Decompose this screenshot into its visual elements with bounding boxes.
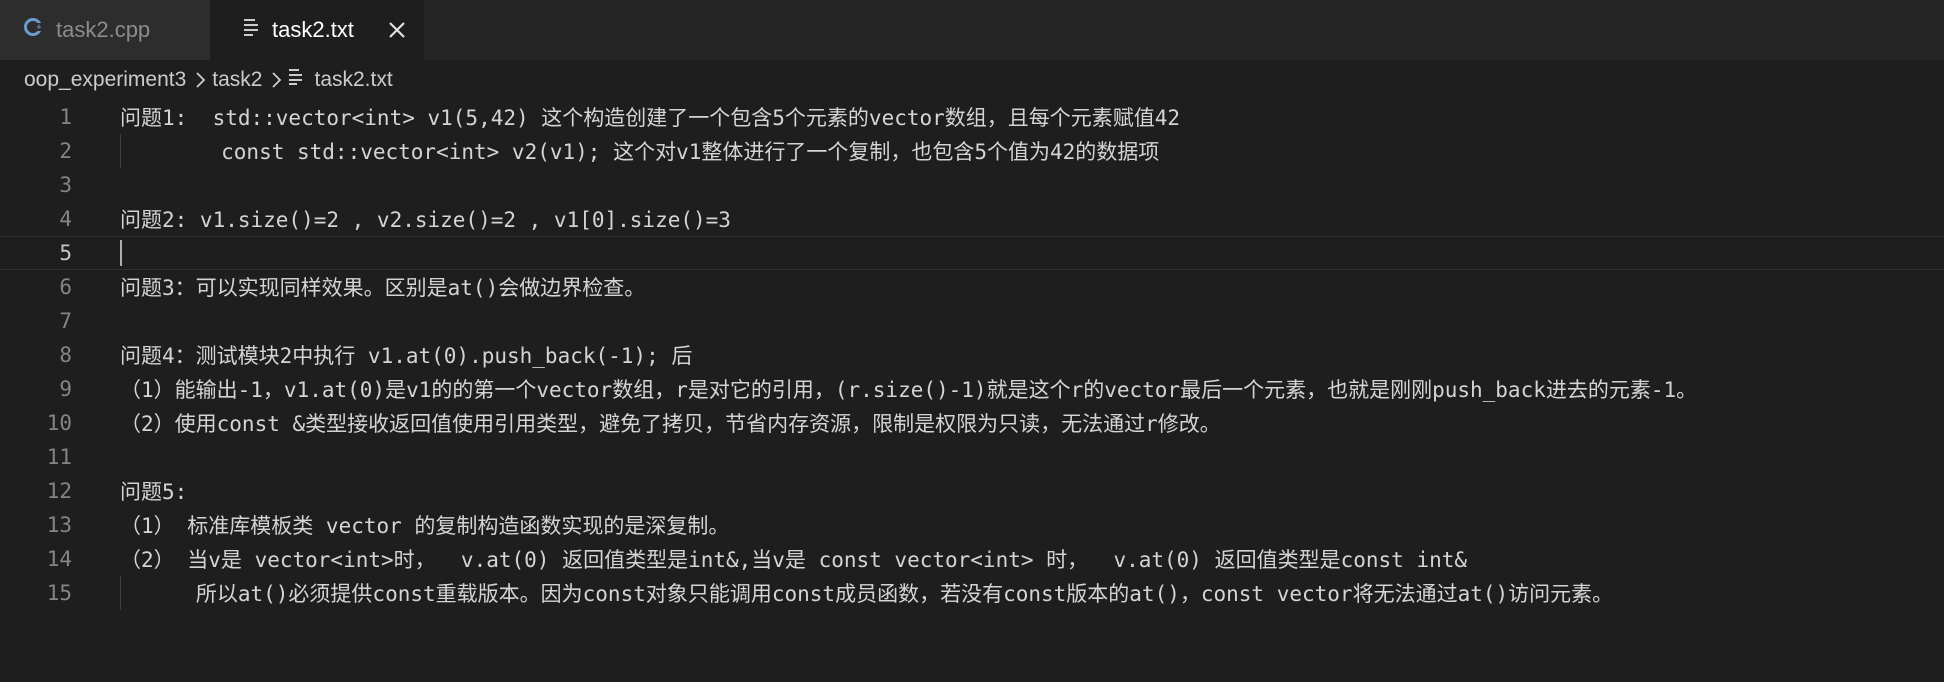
line-number: 15 [46,581,72,605]
line-number: 13 [46,513,72,537]
line-text: （1）能输出-1，v1.at(0)是v1的的第一个vector数组，r是对它的引… [120,378,1698,402]
editor-line: 4 问题2: v1.size()=2 , v2.size()=2 , v1[0]… [0,202,1944,236]
svg-text:+: + [36,23,42,31]
editor-line: 15 所以at()必须提供const重载版本。因为const对象只能调用cons… [0,576,1944,610]
line-number: 6 [59,275,72,299]
editor-line: 7 [0,304,1944,338]
editor-line: 9 （1）能输出-1，v1.at(0)是v1的的第一个vector数组，r是对它… [0,372,1944,406]
editor-line: 8 问题4：测试模块2中执行 v1.at(0).push_back(-1); 后 [0,338,1944,372]
line-text: 问题1: std::vector<int> v1(5,42) 这个构造创建了一个… [120,106,1181,130]
cpp-file-icon: + [22,16,44,44]
line-number: 5 [59,241,72,265]
breadcrumb-file[interactable]: task2.txt [288,68,393,92]
editor-line: 13 （1） 标准库模板类 vector 的复制构造函数实现的是深复制。 [0,508,1944,542]
line-text: const std::vector<int> v2(v1); 这个对v1整体进行… [120,140,1160,164]
line-text: 问题2: v1.size()=2 , v2.size()=2 , v1[0].s… [120,208,731,232]
breadcrumb-subfolder[interactable]: task2 [212,68,262,92]
line-text: 所以at()必须提供const重载版本。因为const对象只能调用const成员… [120,582,1614,606]
tab-task2-cpp[interactable]: + task2.cpp [0,0,210,60]
text-file-icon [288,68,304,92]
line-text: 问题3：可以实现同样效果。区别是at()会做边界检查。 [120,276,646,300]
line-number: 14 [46,547,72,571]
chevron-right-icon [194,71,206,89]
line-number: 10 [46,411,72,435]
line-number: 9 [59,377,72,401]
editor-line: 6 问题3：可以实现同样效果。区别是at()会做边界检查。 [0,270,1944,304]
line-number: 4 [59,207,72,231]
chevron-right-icon [270,71,282,89]
breadcrumb: oop_experiment3 task2 task2.txt [0,60,1944,100]
line-text: 问题4：测试模块2中执行 v1.at(0).push_back(-1); 后 [120,344,693,368]
breadcrumb-folder[interactable]: oop_experiment3 [24,68,186,92]
editor-line-current: 5 [0,236,1944,270]
line-number: 12 [46,479,72,503]
tab-label: task2.cpp [56,17,151,42]
text-cursor [120,240,122,266]
line-text: 问题5: [120,480,188,504]
line-text: （1） 标准库模板类 vector 的复制构造函数实现的是深复制。 [120,514,730,538]
tab-label: task2.txt [272,17,354,42]
editor-line: 1 问题1: std::vector<int> v1(5,42) 这个构造创建了… [0,100,1944,134]
text-editor[interactable]: 1 问题1: std::vector<int> v1(5,42) 这个构造创建了… [0,100,1944,682]
line-number: 8 [59,343,72,367]
line-text: （2） 当v是 vector<int>时， v.at(0) 返回值类型是int&… [120,548,1468,572]
line-number: 2 [59,139,72,163]
close-icon[interactable] [384,17,410,43]
breadcrumb-file-label: task2.txt [314,68,393,91]
line-text: （2）使用const &类型接收返回值使用引用类型，避免了拷贝，节省内存资源，限… [120,412,1221,436]
text-file-icon [242,17,260,43]
editor-line: 12 问题5: [0,474,1944,508]
editor-line: 2 const std::vector<int> v2(v1); 这个对v1整体… [0,134,1944,168]
editor-line: 10 （2）使用const &类型接收返回值使用引用类型，避免了拷贝，节省内存资… [0,406,1944,440]
line-number: 1 [59,105,72,129]
line-number: 7 [59,309,72,333]
line-number: 3 [59,173,72,197]
editor-line: 11 [0,440,1944,474]
tab-bar: + task2.cpp task2.txt [0,0,1944,60]
editor-line: 3 [0,168,1944,202]
line-number: 11 [46,445,72,469]
editor-line: 14 （2） 当v是 vector<int>时， v.at(0) 返回值类型是i… [0,542,1944,576]
tab-task2-txt[interactable]: task2.txt [210,0,424,60]
